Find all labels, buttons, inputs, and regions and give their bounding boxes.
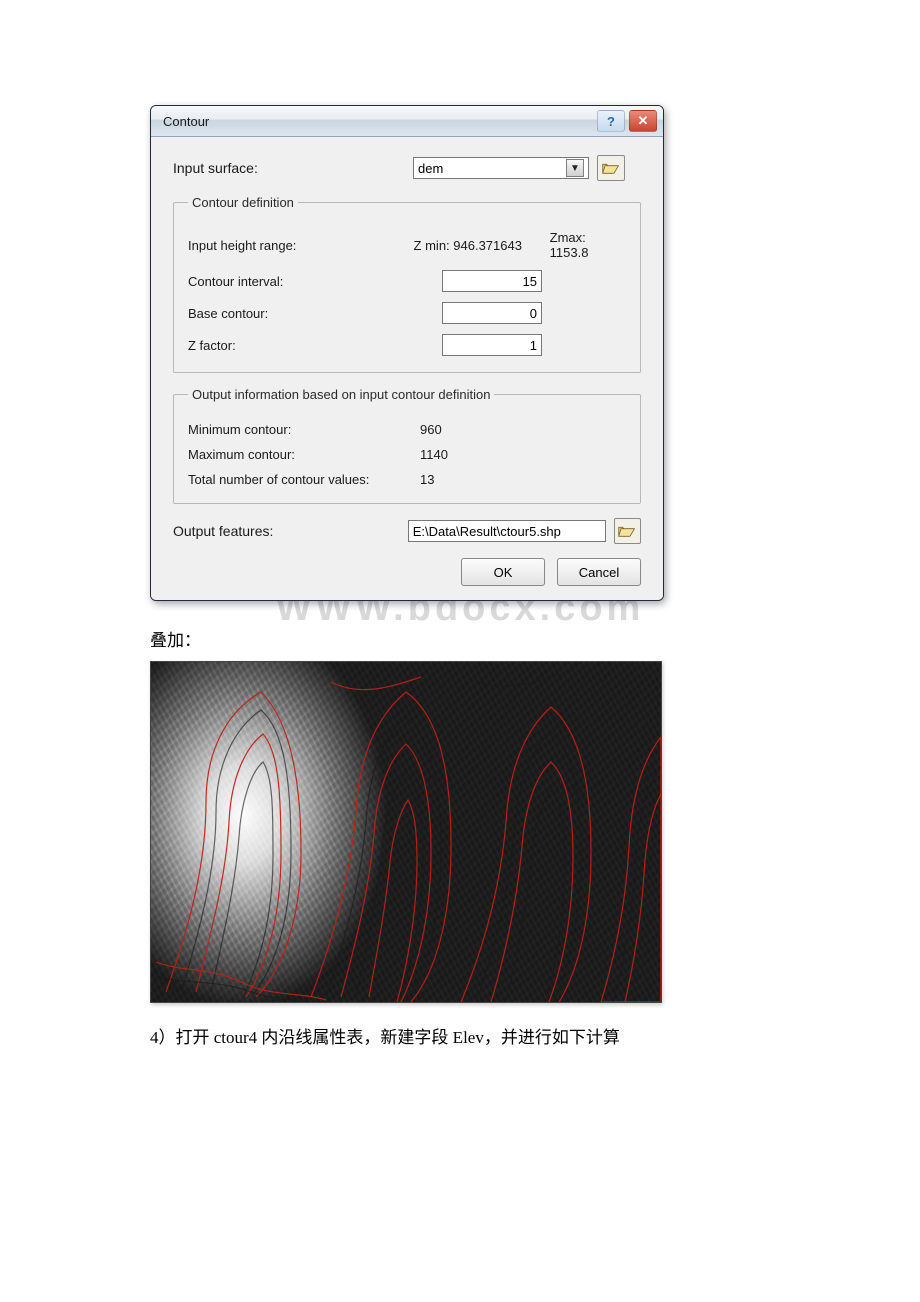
- output-info-legend: Output information based on input contou…: [188, 387, 494, 402]
- z-factor-input[interactable]: [442, 334, 542, 356]
- dropdown-arrow-icon[interactable]: ▼: [566, 159, 584, 177]
- input-surface-value: dem: [418, 161, 566, 176]
- terrain-overlay-image: [150, 661, 662, 1003]
- height-range-label: Input height range:: [188, 238, 414, 253]
- contour-interval-label: Contour interval:: [188, 274, 420, 289]
- dialog-title: Contour: [163, 114, 593, 129]
- min-contour-label: Minimum contour:: [188, 422, 420, 437]
- z-factor-label: Z factor:: [188, 338, 420, 353]
- titlebar: Contour ? ✕: [151, 106, 663, 137]
- browse-output-button[interactable]: [614, 518, 641, 544]
- overlay-caption: 叠加：: [150, 626, 770, 651]
- folder-open-icon: [602, 161, 620, 175]
- contour-lines: [151, 662, 661, 1002]
- input-surface-label: Input surface:: [173, 160, 413, 176]
- max-contour-label: Maximum contour:: [188, 447, 420, 462]
- contour-interval-input[interactable]: [442, 270, 542, 292]
- browse-input-button[interactable]: [597, 155, 625, 181]
- close-button[interactable]: ✕: [629, 110, 657, 132]
- max-contour-value: 1140: [420, 447, 448, 462]
- base-contour-label: Base contour:: [188, 306, 420, 321]
- input-surface-combo[interactable]: dem ▼: [413, 157, 589, 179]
- zmax-value: Zmax: 1153.8: [550, 230, 626, 260]
- total-values-label: Total number of contour values:: [188, 472, 420, 487]
- base-contour-input[interactable]: [442, 302, 542, 324]
- output-info-group: Output information based on input contou…: [173, 387, 641, 504]
- step4-text: 4）打开 ctour4 内沿线属性表，新建字段 Elev，并进行如下计算: [150, 1023, 770, 1048]
- zmin-value: Z min: 946.371643: [414, 238, 550, 253]
- total-values-value: 13: [420, 472, 434, 487]
- min-contour-value: 960: [420, 422, 442, 437]
- cancel-button[interactable]: Cancel: [557, 558, 641, 586]
- output-features-input[interactable]: [408, 520, 606, 542]
- ok-button[interactable]: OK: [461, 558, 545, 586]
- output-features-label: Output features:: [173, 523, 408, 539]
- dialog-body: Input surface: dem ▼ Contour definition …: [151, 137, 663, 600]
- contour-definition-group: Contour definition Input height range: Z…: [173, 195, 641, 373]
- contour-dialog: Contour ? ✕ Input surface: dem ▼ Co: [150, 105, 664, 601]
- help-button[interactable]: ?: [597, 110, 625, 132]
- contour-definition-legend: Contour definition: [188, 195, 298, 210]
- folder-open-icon: [618, 524, 636, 538]
